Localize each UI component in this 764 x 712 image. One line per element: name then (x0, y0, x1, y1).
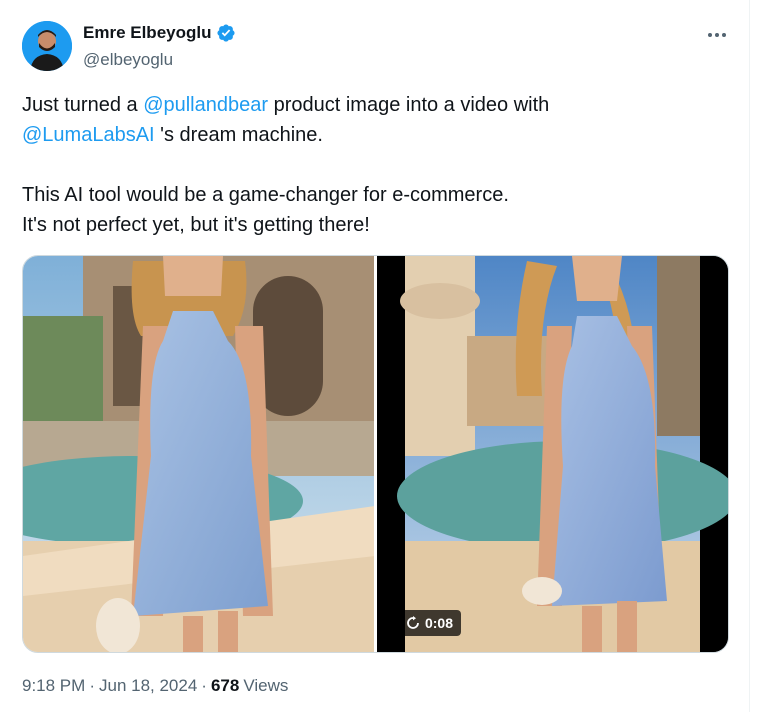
video-player[interactable]: 0:08 (376, 256, 728, 652)
tweet-text: Just turned a @pullandbear product image… (22, 90, 722, 240)
author-name-row: Emre Elbeyoglu (83, 23, 236, 43)
video-duration-badge: 0:08 (397, 610, 462, 636)
tweet-text-segment: product image into a video with (268, 94, 550, 116)
product-photo-image (23, 256, 374, 652)
video-thumbnail-image (376, 256, 728, 652)
views-label: Views (243, 676, 289, 695)
tweet-line-4: It's not perfect yet, but it's getting t… (22, 214, 370, 236)
tweet-line-2: @LumaLabsAI 's dream machine. (22, 120, 722, 150)
media-grid: 0:08 (22, 255, 729, 653)
tweet-date[interactable]: Jun 18, 2024 (99, 676, 197, 696)
tweet-text-segment: Just turned a (22, 94, 144, 116)
mention-link-pullandbear[interactable]: @pullandbear (143, 94, 268, 116)
tweet-card: Emre Elbeyoglu @elbeyoglu Just turned a … (0, 0, 750, 712)
meta-separator: · (201, 676, 207, 695)
avatar-photo-icon (22, 21, 72, 71)
views-count[interactable]: 678 (211, 676, 239, 696)
meta-separator: · (89, 676, 95, 695)
video-duration: 0:08 (424, 615, 454, 631)
author-avatar[interactable] (22, 21, 72, 71)
more-horizontal-icon (708, 33, 726, 37)
author-handle[interactable]: @elbeyoglu (83, 50, 173, 70)
author-display-name[interactable]: Emre Elbeyoglu (83, 23, 211, 43)
replay-icon (407, 616, 419, 629)
product-photo[interactable] (23, 256, 374, 652)
more-options-button[interactable] (700, 22, 734, 48)
mention-link-lumalabsai[interactable]: @LumaLabsAI (22, 124, 155, 146)
tweet-meta: 9:18 PM · Jun 18, 2024 · 678 Views (22, 676, 288, 696)
verified-badge-icon[interactable] (216, 23, 236, 43)
tweet-line-1: Just turned a @pullandbear product image… (22, 90, 722, 120)
tweet-time[interactable]: 9:18 PM (22, 676, 85, 696)
tweet-line-3: This AI tool would be a game-changer for… (22, 184, 509, 206)
tweet-text-segment: 's dream machine. (154, 124, 323, 146)
